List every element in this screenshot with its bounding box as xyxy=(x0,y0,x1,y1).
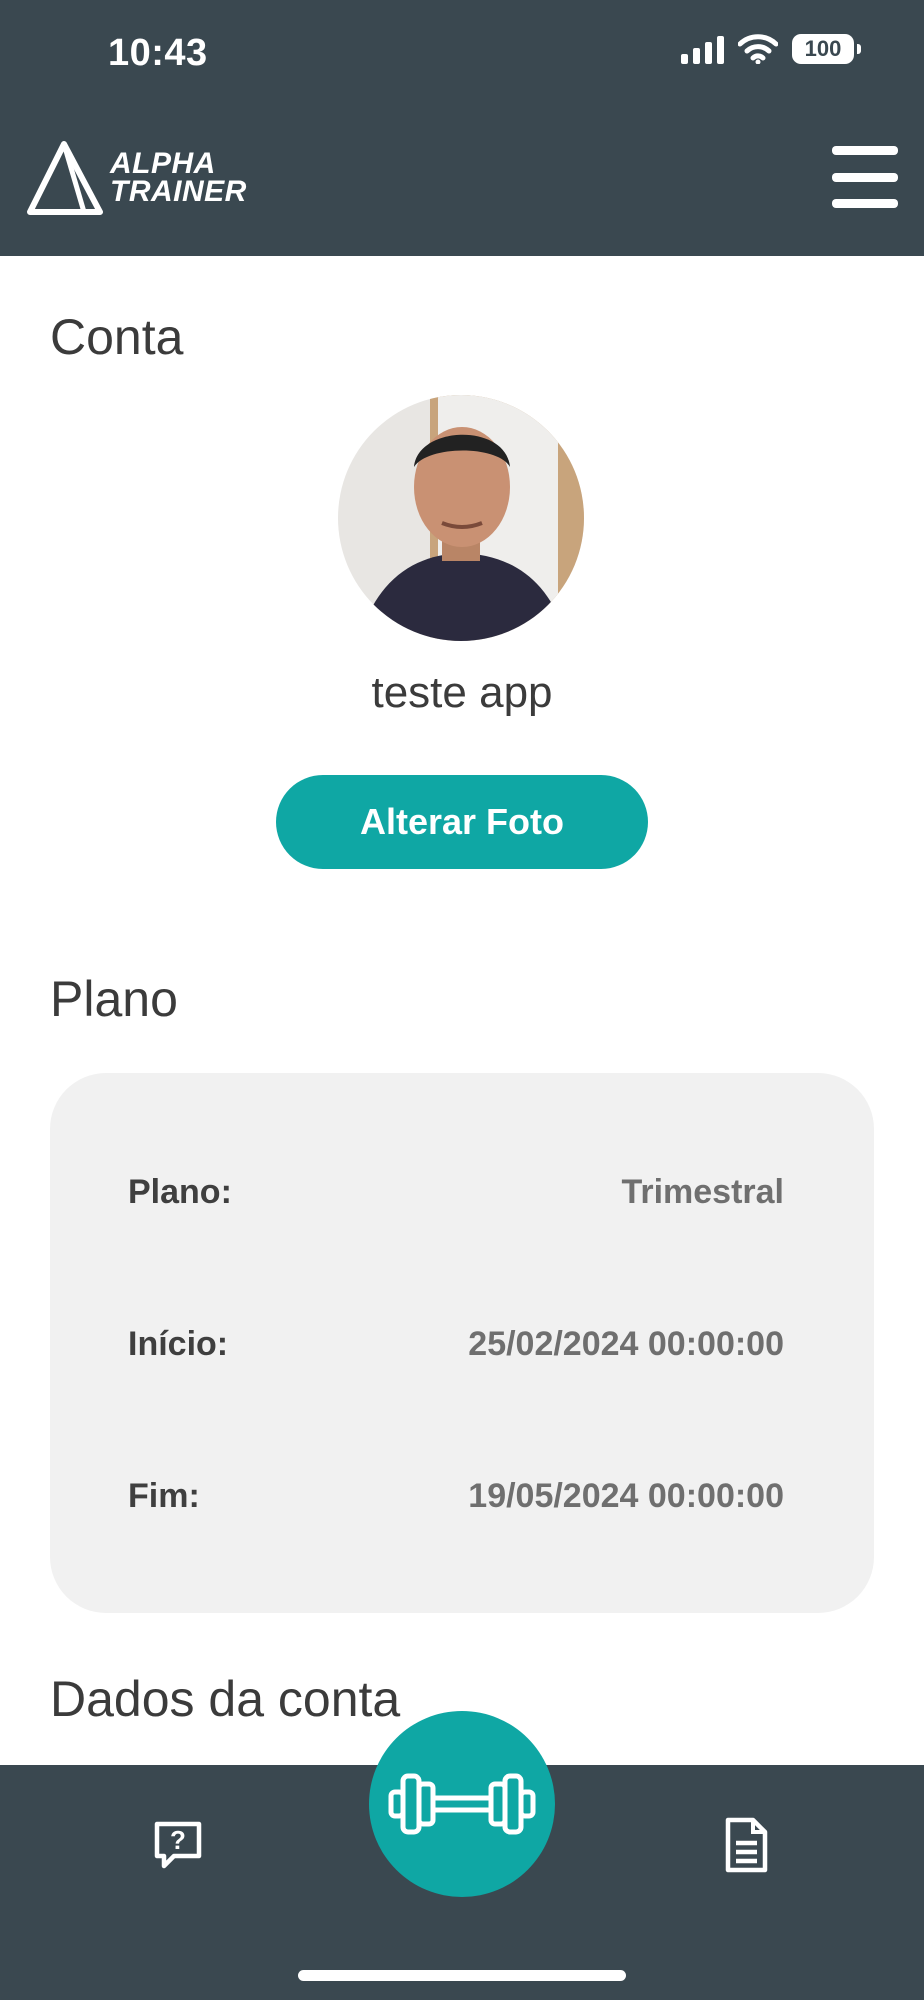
svg-text:?: ? xyxy=(170,1825,186,1855)
plan-row-start: Início: 25/02/2024 00:00:00 xyxy=(128,1325,784,1364)
battery-indicator: 100 xyxy=(792,34,861,64)
plan-row-type: Plano: Trimestral xyxy=(128,1173,784,1212)
plan-type-label: Plano: xyxy=(128,1173,232,1211)
plan-end-value: 19/05/2024 00:00:00 xyxy=(468,1477,784,1515)
home-indicator[interactable] xyxy=(298,1970,626,1981)
avatar xyxy=(338,395,584,641)
account-screen: 10:43 100 ALPHA TRAINER Conta teste app … xyxy=(0,0,924,2000)
username: teste app xyxy=(371,668,553,717)
plan-end-label: Fim: xyxy=(128,1477,200,1515)
app-header: 10:43 100 ALPHA TRAINER xyxy=(0,0,924,256)
plan-section-title: Plano xyxy=(50,971,178,1027)
plan-card: Plano: Trimestral Início: 25/02/2024 00:… xyxy=(50,1073,874,1613)
change-photo-button[interactable]: Alterar Foto xyxy=(276,775,648,869)
plan-type-value: Trimestral xyxy=(621,1173,784,1211)
logo-text: ALPHA TRAINER xyxy=(110,147,247,208)
logo-line-trainer: TRAINER xyxy=(110,175,247,208)
workout-button[interactable] xyxy=(369,1711,555,1897)
wifi-icon xyxy=(738,34,778,64)
cellular-signal-icon xyxy=(681,34,724,64)
document-icon[interactable] xyxy=(724,1817,768,1873)
alpha-trainer-logo: ALPHA TRAINER xyxy=(26,140,247,216)
status-icons: 100 xyxy=(681,34,861,64)
plan-row-end: Fim: 19/05/2024 00:00:00 xyxy=(128,1477,784,1516)
account-data-section-title: Dados da conta xyxy=(50,1671,401,1727)
plan-start-value: 25/02/2024 00:00:00 xyxy=(468,1325,784,1363)
account-section-title: Conta xyxy=(50,309,184,365)
status-time: 10:43 xyxy=(108,32,208,74)
hamburger-menu-icon[interactable] xyxy=(832,146,898,208)
dumbbell-icon xyxy=(388,1773,536,1835)
plan-start-label: Início: xyxy=(128,1325,229,1363)
help-chat-icon[interactable]: ? xyxy=(152,1820,204,1870)
logo-line-alpha: ALPHA xyxy=(110,147,216,180)
logo-triangle-icon xyxy=(27,141,103,215)
